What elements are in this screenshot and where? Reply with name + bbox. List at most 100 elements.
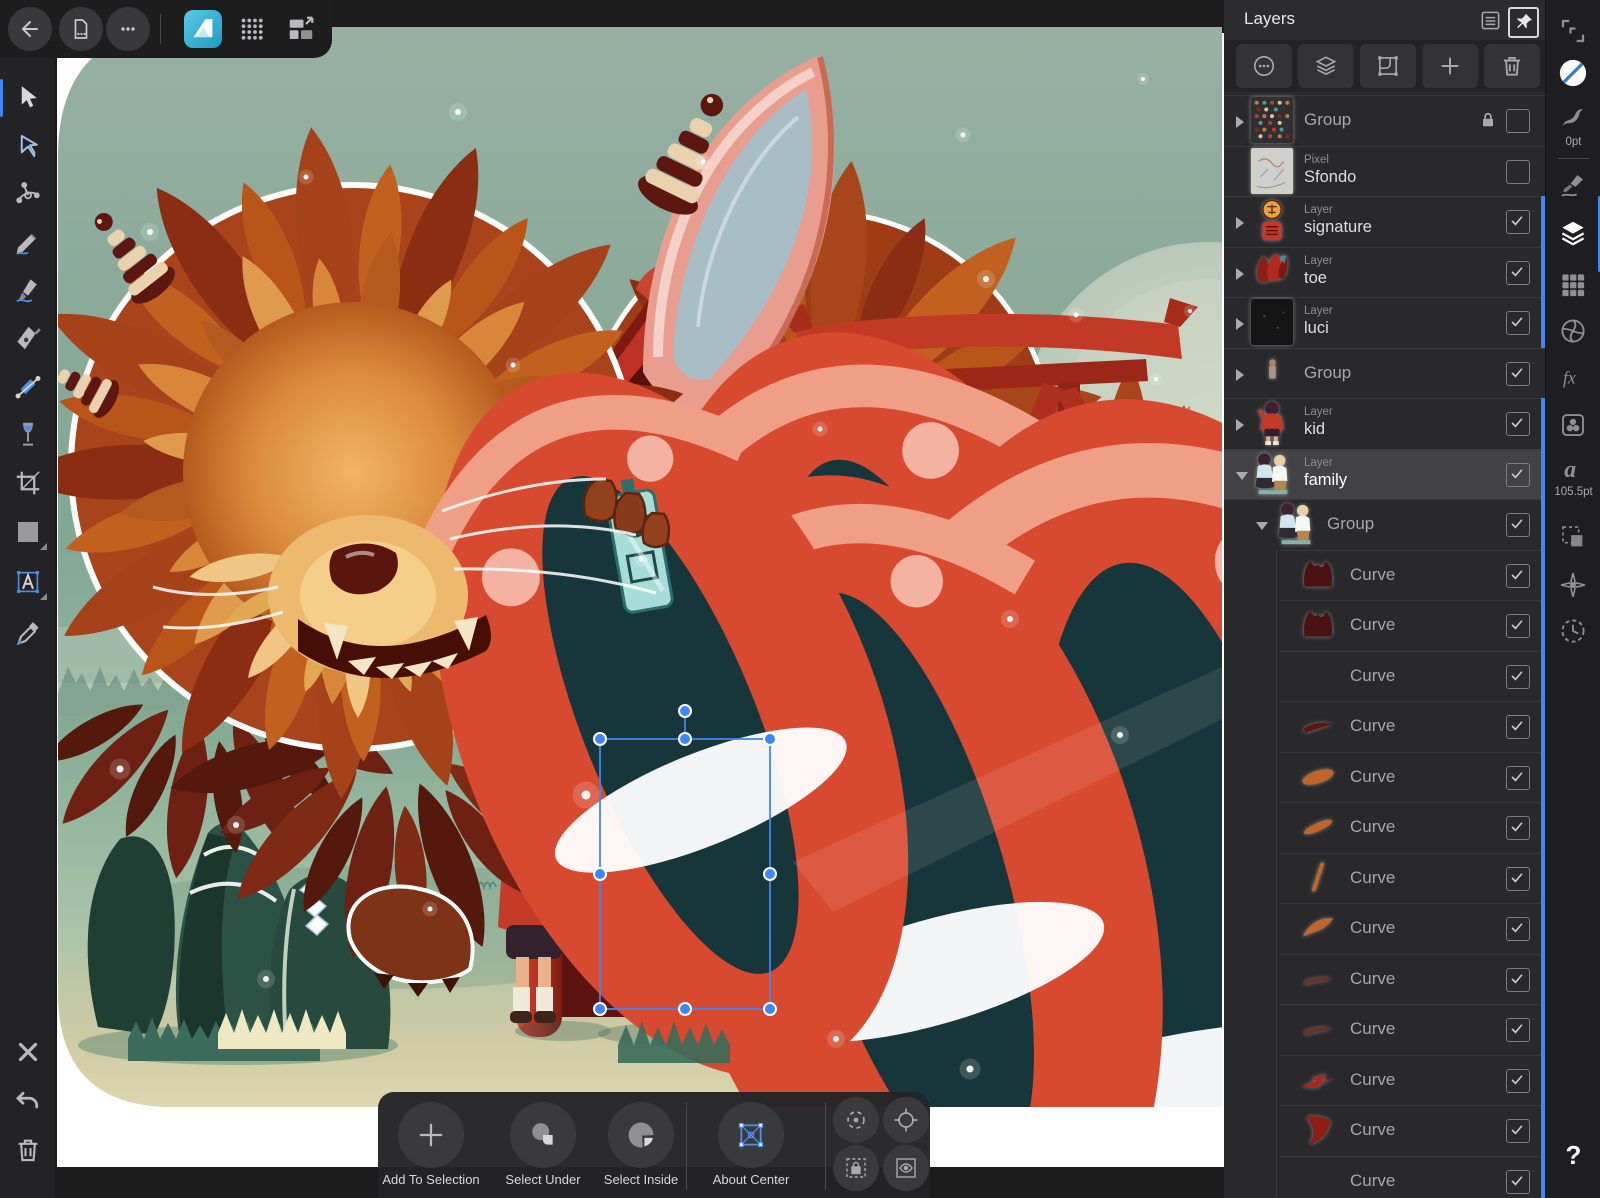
expander-right-icon[interactable] bbox=[1236, 116, 1244, 128]
visibility-checkbox[interactable] bbox=[1506, 261, 1530, 285]
visibility-checkbox[interactable] bbox=[1506, 362, 1530, 386]
visibility-checkbox[interactable] bbox=[1506, 311, 1530, 335]
expander-right-icon[interactable] bbox=[1236, 419, 1244, 431]
expander-down-icon[interactable] bbox=[1236, 472, 1248, 480]
cycle-selection-box-button[interactable] bbox=[833, 1097, 879, 1143]
stroke-width-button[interactable] bbox=[1556, 102, 1590, 136]
layers-studio-button[interactable] bbox=[1556, 216, 1590, 250]
expander-right-icon[interactable] bbox=[1236, 318, 1244, 330]
expander-right-icon[interactable] bbox=[1236, 369, 1244, 381]
layer-row-curve-17[interactable]: Curve bbox=[1224, 954, 1545, 1005]
layer-row-curve-11[interactable]: Curve bbox=[1224, 651, 1545, 702]
tool-transparency[interactable] bbox=[6, 412, 50, 456]
layer-row-curve-20[interactable]: Curve bbox=[1224, 1105, 1545, 1156]
tool-point-transform[interactable] bbox=[6, 172, 50, 216]
visibility-checkbox[interactable] bbox=[1506, 109, 1530, 133]
visibility-checkbox[interactable] bbox=[1506, 816, 1530, 840]
color-button[interactable] bbox=[1556, 314, 1590, 348]
pixel-persona-button[interactable] bbox=[233, 10, 271, 48]
layer-row-curve-19[interactable]: Curve bbox=[1224, 1055, 1545, 1106]
visibility-checkbox[interactable] bbox=[1506, 513, 1530, 537]
visibility-checkbox[interactable] bbox=[1506, 1119, 1530, 1143]
visibility-checkbox[interactable] bbox=[1506, 968, 1530, 992]
layer-row-curve-13[interactable]: Curve bbox=[1224, 752, 1545, 803]
tool-crop[interactable] bbox=[6, 461, 50, 505]
export-persona-button[interactable] bbox=[282, 10, 320, 48]
transform-studio-button[interactable] bbox=[1556, 520, 1590, 554]
visibility-checkbox[interactable] bbox=[1506, 412, 1530, 436]
layer-row-curve-9[interactable]: Curve bbox=[1224, 550, 1545, 601]
visibility-checkbox[interactable] bbox=[1506, 665, 1530, 689]
help-button[interactable]: ? bbox=[1546, 1140, 1600, 1171]
layer-row-kid-6[interactable]: Layerkid bbox=[1224, 398, 1545, 449]
expand-view-button[interactable] bbox=[1556, 14, 1590, 48]
add-to-selection-button[interactable] bbox=[398, 1102, 464, 1168]
visibility-checkbox[interactable] bbox=[1506, 766, 1530, 790]
layer-row-signature-2[interactable]: Layersignature bbox=[1224, 196, 1545, 247]
tool-move[interactable] bbox=[6, 76, 50, 120]
select-under-button[interactable] bbox=[510, 1102, 576, 1168]
pin-button[interactable] bbox=[1508, 7, 1539, 38]
layer-row-curve-21[interactable]: Curve bbox=[1224, 1156, 1545, 1198]
adjustments-button[interactable] bbox=[1556, 408, 1590, 442]
delete-layer-button[interactable] bbox=[1484, 44, 1540, 88]
tool-vector-brush[interactable] bbox=[6, 268, 50, 312]
more-button[interactable] bbox=[106, 7, 150, 51]
tool-shape[interactable] bbox=[6, 510, 50, 554]
tool-pen[interactable] bbox=[6, 316, 50, 360]
visibility-checkbox[interactable] bbox=[1506, 614, 1530, 638]
expander-down-icon[interactable] bbox=[1256, 522, 1268, 530]
expander-right-icon[interactable] bbox=[1236, 217, 1244, 229]
visibility-checkbox[interactable] bbox=[1506, 160, 1530, 184]
panel-menu-button[interactable] bbox=[1477, 7, 1504, 34]
expander-right-icon[interactable] bbox=[1236, 268, 1244, 280]
visibility-checkbox[interactable] bbox=[1506, 463, 1530, 487]
add-layer-button[interactable] bbox=[1422, 44, 1478, 88]
visibility-checkbox[interactable] bbox=[1506, 1069, 1530, 1093]
visibility-checkbox[interactable] bbox=[1506, 1170, 1530, 1194]
typography-button[interactable]: a bbox=[1556, 452, 1590, 486]
swatches-button[interactable] bbox=[1556, 268, 1590, 302]
document-button[interactable] bbox=[59, 7, 103, 51]
layer-row-curve-10[interactable]: Curve bbox=[1224, 600, 1545, 651]
visibility-checkbox[interactable] bbox=[1506, 917, 1530, 941]
cancel-button[interactable] bbox=[6, 1030, 50, 1074]
isolate-button[interactable] bbox=[1298, 44, 1354, 88]
layer-row-curve-14[interactable]: Curve bbox=[1224, 802, 1545, 853]
effects-button[interactable]: fx bbox=[1556, 360, 1590, 394]
layer-row-toe-3[interactable]: Layertoe bbox=[1224, 247, 1545, 298]
tool-fill-gradient[interactable] bbox=[6, 364, 50, 408]
tool-node[interactable] bbox=[6, 124, 50, 168]
layer-row-group-0[interactable]: Group bbox=[1224, 95, 1545, 146]
mask-button[interactable] bbox=[1360, 44, 1416, 88]
layer-row-sfondo-1[interactable]: PixelSfondo bbox=[1224, 146, 1545, 197]
show-special-button[interactable] bbox=[883, 1145, 929, 1191]
layer-row-luci-4[interactable]: Layerluci bbox=[1224, 297, 1545, 348]
tool-color-picker[interactable] bbox=[6, 612, 50, 656]
layer-row-curve-12[interactable]: Curve bbox=[1224, 701, 1545, 752]
canvas-area[interactable] bbox=[55, 0, 1224, 1198]
visibility-checkbox[interactable] bbox=[1506, 715, 1530, 739]
about-center-button[interactable] bbox=[718, 1102, 784, 1168]
select-inside-button[interactable] bbox=[608, 1102, 674, 1168]
lock-children-button[interactable] bbox=[833, 1145, 879, 1191]
layer-row-curve-16[interactable]: Curve bbox=[1224, 903, 1545, 954]
layer-row-group-8[interactable]: Group bbox=[1224, 499, 1545, 550]
transform-origin-button[interactable] bbox=[883, 1097, 929, 1143]
layer-row-curve-18[interactable]: Curve bbox=[1224, 1004, 1545, 1055]
layer-row-family-7[interactable]: Layerfamily bbox=[1224, 449, 1545, 500]
visibility-checkbox[interactable] bbox=[1506, 1018, 1530, 1042]
undo-button[interactable] bbox=[6, 1080, 50, 1124]
navigator-button[interactable] bbox=[1556, 568, 1590, 602]
brushes-button[interactable] bbox=[1556, 168, 1590, 202]
designer-persona-button[interactable] bbox=[184, 10, 222, 48]
tool-pencil[interactable] bbox=[6, 220, 50, 264]
visibility-checkbox[interactable] bbox=[1506, 564, 1530, 588]
history-button[interactable] bbox=[1556, 614, 1590, 648]
tool-text[interactable] bbox=[6, 560, 50, 604]
visibility-checkbox[interactable] bbox=[1506, 867, 1530, 891]
layer-row-group-5[interactable]: Group bbox=[1224, 348, 1545, 399]
delete-button[interactable] bbox=[6, 1128, 50, 1172]
options-button[interactable] bbox=[1236, 44, 1292, 88]
layer-row-curve-15[interactable]: Curve bbox=[1224, 853, 1545, 904]
